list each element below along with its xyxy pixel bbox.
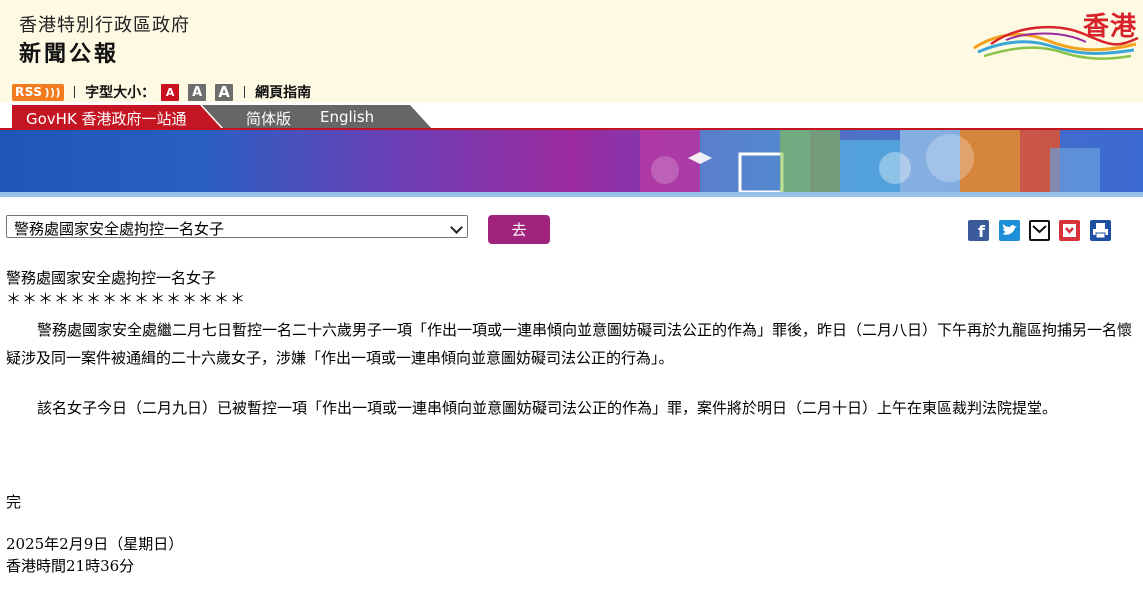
brand-label: 香港 xyxy=(1082,12,1137,42)
tab-english[interactable]: English xyxy=(320,108,374,126)
decorative-banner xyxy=(0,130,1143,192)
tab-govhk[interactable]: GovHK 香港政府一站通 xyxy=(26,108,187,129)
font-small-button[interactable]: A xyxy=(161,83,180,101)
font-large-button[interactable]: A xyxy=(215,83,234,101)
site-guide-link[interactable]: 網頁指南 xyxy=(255,82,311,102)
banner-graphic xyxy=(640,130,1100,192)
svg-text:f: f xyxy=(978,222,986,241)
brand-hong-kong-logo[interactable]: 香港 xyxy=(966,4,1141,68)
go-button[interactable]: 去 xyxy=(488,215,550,244)
rss-label: RSS xyxy=(15,85,43,99)
release-time: 香港時間21時36分 xyxy=(6,557,135,575)
article-headline: 警務處國家安全處拘控一名女子 xyxy=(6,269,217,287)
utility-toolbar: RSS))) 字型大小： A A A 網頁指南 xyxy=(12,82,311,102)
rss-feed-icon: ))) xyxy=(44,85,62,99)
facebook-icon[interactable]: f xyxy=(968,220,989,241)
font-medium-button[interactable]: A xyxy=(188,83,207,101)
divider xyxy=(74,86,76,98)
article-paragraph: 警務處國家安全處繼二月七日暫控一名二十六歲男子一項「作出一項或一連串傾向並意圖妨… xyxy=(6,321,1133,367)
bookmark-icon[interactable] xyxy=(1059,220,1080,241)
government-name: 香港特別行政區政府 xyxy=(19,15,190,36)
select-value: 警務處國家安全處拘控一名女子 xyxy=(14,220,225,238)
tab-simplified-chinese[interactable]: 简体版 xyxy=(246,108,291,129)
tab-background xyxy=(202,105,432,129)
article-end-mark: 完 xyxy=(6,493,22,511)
twitter-icon[interactable] xyxy=(999,220,1020,241)
email-icon[interactable] xyxy=(1029,220,1050,241)
press-release-title: 新聞公報 xyxy=(19,42,120,67)
release-date: 2025年2月9日（星期日） xyxy=(6,535,184,553)
chevron-down-icon xyxy=(450,221,463,234)
divider xyxy=(244,86,246,98)
press-release-select[interactable]: 警務處國家安全處拘控一名女子 xyxy=(6,215,468,238)
article-paragraph: 該名女子今日（二月九日）已被暫控一項「作出一項或一連串傾向並意圖妨礙司法公正的作… xyxy=(37,399,1058,417)
language-tabs: GovHK 香港政府一站通 简体版 English xyxy=(12,105,432,129)
print-icon[interactable] xyxy=(1090,220,1111,241)
rss-button[interactable]: RSS))) xyxy=(12,83,65,101)
asterisk-divider: ＊＊＊＊＊＊＊＊＊＊＊＊＊＊＊ xyxy=(6,290,247,308)
font-size-label: 字型大小： xyxy=(85,85,156,101)
banner-strip xyxy=(0,192,1143,197)
page-header: 香港特別行政區政府 新聞公報 香港 RSS))) 字型大小： A A A 網頁指… xyxy=(0,0,1143,129)
